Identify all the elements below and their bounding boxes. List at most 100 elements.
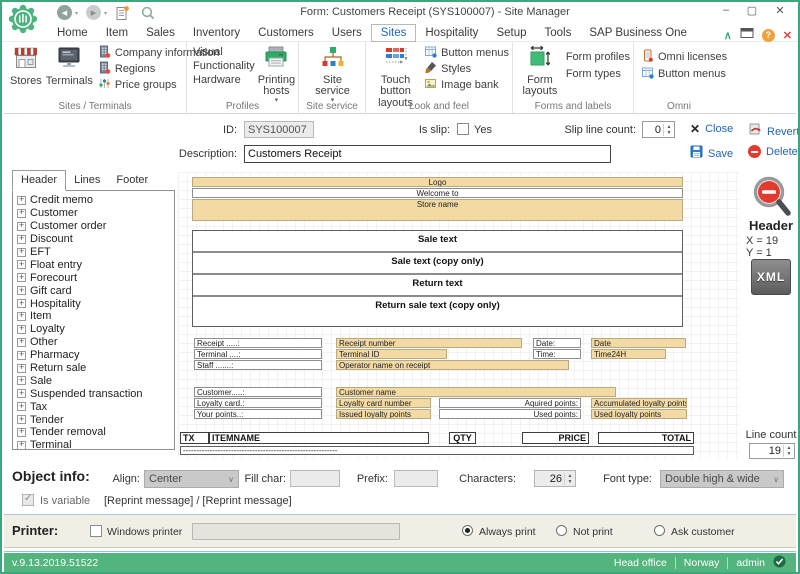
close-button[interactable]: ✕ Close: [690, 122, 733, 136]
expand-icon[interactable]: [17, 222, 26, 231]
spinner-arrows-icon[interactable]: ▲▼: [663, 124, 674, 136]
expand-icon[interactable]: [17, 338, 26, 347]
expand-icon[interactable]: [17, 376, 26, 385]
tab-customers[interactable]: Customers: [249, 25, 323, 41]
expand-icon[interactable]: [17, 248, 26, 257]
windows-printer-checkbox[interactable]: [90, 525, 102, 537]
tab-sales[interactable]: Sales: [137, 25, 184, 41]
hardware-button[interactable]: Hardware: [193, 73, 255, 87]
form-profiles-button[interactable]: Form profiles: [566, 48, 630, 65]
image-bank-button[interactable]: Image bank: [424, 77, 509, 93]
tab-item[interactable]: Item: [97, 25, 137, 41]
site-service-button[interactable]: Site service ▾: [304, 44, 362, 87]
tree-item[interactable]: Tax: [15, 400, 172, 413]
price-column-element[interactable]: PRICE: [522, 432, 589, 444]
stores-button[interactable]: Stores: [8, 44, 44, 87]
tree-item[interactable]: Customer order: [15, 220, 172, 233]
save-button[interactable]: Save: [690, 145, 733, 163]
revert-button[interactable]: Revert: [748, 122, 799, 141]
tab-sap-business-one[interactable]: SAP Business One: [580, 25, 696, 41]
return-text-element[interactable]: Return text: [193, 275, 682, 297]
always-print-radio[interactable]: [462, 525, 473, 536]
sale-text-copy-element[interactable]: Sale text (copy only): [193, 253, 682, 275]
form-layouts-button[interactable]: Form layouts: [517, 44, 563, 87]
help-icon[interactable]: ?: [762, 29, 775, 42]
tree-item[interactable]: Pharmacy: [15, 349, 172, 362]
expand-icon[interactable]: [17, 209, 26, 218]
expand-icon[interactable]: [17, 273, 26, 282]
tab-inventory[interactable]: Inventory: [184, 25, 249, 41]
touch-button-layouts-button[interactable]: Touch button layouts: [370, 44, 421, 87]
tab-hospitality[interactable]: Hospitality: [416, 25, 487, 41]
date-label-element[interactable]: Date:: [533, 338, 581, 348]
terminal-id-element[interactable]: Terminal ID: [336, 349, 447, 359]
logo-element[interactable]: Logo: [192, 177, 683, 187]
tree-item[interactable]: Other: [15, 336, 172, 349]
tree-item[interactable]: Tender: [15, 413, 172, 426]
tab-tools[interactable]: Tools: [536, 25, 581, 41]
expand-icon[interactable]: [17, 389, 26, 398]
separator-line-element[interactable]: ----------------------------------------…: [180, 446, 694, 455]
terminals-button[interactable]: Terminals: [44, 44, 95, 87]
back-button[interactable]: ◀: [57, 5, 72, 20]
date-value-element[interactable]: Date: [591, 338, 686, 348]
styles-button[interactable]: Styles: [424, 61, 509, 77]
expand-icon[interactable]: [17, 260, 26, 269]
tab-users[interactable]: Users: [323, 25, 371, 41]
tree-item[interactable]: Sale: [15, 374, 172, 387]
tab-sites[interactable]: Sites: [371, 24, 417, 42]
sale-text-block[interactable]: Sale text Sale text (copy only) Return t…: [192, 230, 683, 327]
spinner-arrows-icon[interactable]: ▲▼: [783, 445, 794, 457]
customer-label-element[interactable]: Customer.....:: [194, 387, 322, 397]
receipt-label-element[interactable]: Receipt .....:: [194, 338, 322, 348]
used-points-value-element[interactable]: Used loyalty points: [591, 409, 687, 419]
tree-item[interactable]: Terminal: [15, 439, 172, 450]
expand-icon[interactable]: [17, 441, 26, 450]
time-label-element[interactable]: Time:: [533, 349, 581, 359]
menu-close-icon[interactable]: ✕: [783, 29, 792, 42]
xml-button[interactable]: XML: [751, 259, 791, 295]
expand-icon[interactable]: [17, 312, 26, 321]
tab-lines[interactable]: Lines: [66, 170, 108, 189]
return-sale-text-copy-element[interactable]: Return sale text (copy only): [193, 297, 682, 319]
receipt-design-canvas[interactable]: Logo Welcome to Store name Sale text Sal…: [178, 172, 740, 458]
total-column-element[interactable]: TOTAL: [598, 432, 694, 444]
forward-button[interactable]: ▶: [86, 5, 101, 20]
search-icon[interactable]: [140, 5, 156, 26]
form-types-button[interactable]: Form types: [566, 65, 630, 82]
tree-item[interactable]: Return sale: [15, 362, 172, 375]
tree-item[interactable]: Gift card: [15, 284, 172, 297]
qty-column-element[interactable]: QTY: [449, 432, 476, 444]
tx-column-element[interactable]: TX: [180, 432, 209, 444]
zoom-out-icon[interactable]: [751, 174, 793, 223]
tab-header[interactable]: Header: [12, 170, 66, 191]
delete-button[interactable]: Delete: [748, 145, 798, 158]
line-count-stepper[interactable]: 19 ▲▼: [749, 443, 795, 459]
itemname-column-element[interactable]: ITEMNAME: [209, 432, 429, 444]
accumulated-points-element[interactable]: Accumulated loyalty points: [591, 398, 687, 408]
expand-icon[interactable]: [17, 351, 26, 360]
staff-label-element[interactable]: Staff .......:: [194, 360, 322, 370]
tree-item[interactable]: Discount: [15, 233, 172, 246]
button-menus-button[interactable]: Button menus: [424, 45, 509, 61]
functionality-button[interactable]: Functionality: [193, 59, 255, 73]
terminal-label-element[interactable]: Terminal ....:: [194, 349, 322, 359]
printing-hosts-button[interactable]: Printing hosts ▾: [256, 44, 297, 87]
journal-icon[interactable]: [115, 5, 131, 26]
store-name-element[interactable]: Store name: [192, 199, 683, 221]
receipt-number-element[interactable]: Receipt number: [336, 338, 522, 348]
used-points-label-element[interactable]: Used points:: [439, 409, 581, 419]
tree-item[interactable]: Loyalty: [15, 323, 172, 336]
loyalty-card-label-element[interactable]: Loyalty card.:: [194, 398, 322, 408]
maximize-button[interactable]: ▢: [742, 4, 762, 17]
loyalty-card-number-element[interactable]: Loyalty card number: [336, 398, 431, 408]
customer-name-element[interactable]: Customer name: [336, 387, 616, 397]
expand-icon[interactable]: [17, 196, 26, 205]
expand-icon[interactable]: [17, 415, 26, 424]
expand-icon[interactable]: [17, 235, 26, 244]
visual-button[interactable]: Visual: [193, 45, 255, 59]
tree-item[interactable]: Suspended transaction: [15, 387, 172, 400]
aquired-points-label-element[interactable]: Aquired points:: [439, 398, 581, 408]
window-close-button[interactable]: ✕: [770, 4, 790, 17]
expand-icon[interactable]: [17, 364, 26, 373]
